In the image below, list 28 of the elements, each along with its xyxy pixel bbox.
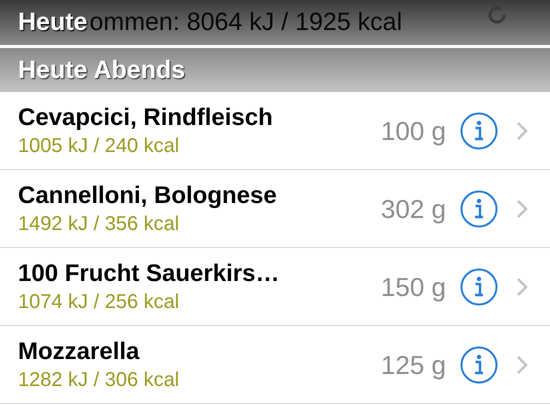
energy-text: 1005 kJ / 240 kcal — [18, 136, 180, 156]
info-icon[interactable] — [460, 268, 498, 306]
energy-text: 1492 kJ / 356 kcal — [18, 214, 180, 234]
food-name: Cevapcici, Rindfleisch — [18, 106, 274, 130]
food-name: Cannelloni, Bolognese — [18, 184, 278, 208]
amount-text: 302 g — [380, 196, 446, 222]
energy-text: 1074 kJ / 256 kcal — [18, 292, 180, 312]
chevron-icon — [516, 198, 528, 218]
food-name: 100 Frucht Sauerkirs… — [18, 262, 280, 286]
summary-text: ommen: 8064 kJ / 1925 kcal — [89, 10, 402, 35]
header-title: Heute — [18, 10, 88, 35]
info-icon[interactable] — [460, 346, 498, 384]
food-row[interactable]: Cannelloni, Bolognese 1492 kJ / 356 kcal 302 g — [0, 170, 550, 248]
energy-text: 1282 kJ / 306 kcal — [18, 370, 180, 390]
info-icon[interactable] — [460, 112, 498, 150]
amount-text: 125 g — [380, 352, 446, 378]
food-row[interactable]: Mozzarella 1282 kJ / 306 kcal 125 g — [0, 326, 550, 404]
section-title: Heute Abends — [18, 58, 186, 82]
amount-text: 100 g — [380, 118, 446, 144]
food-row[interactable]: 100 Frucht Sauerkirs… 1074 kJ / 256 kcal 150 g — [0, 248, 550, 326]
refresh-icon[interactable] — [486, 4, 508, 26]
info-icon[interactable] — [460, 190, 498, 228]
food-row[interactable]: Cevapcici, Rindfleisch 1005 kJ / 240 kcal 100 g — [0, 92, 550, 170]
amount-text: 150 g — [380, 274, 446, 300]
chevron-icon — [516, 354, 528, 374]
chevron-icon — [516, 120, 528, 140]
food-name: Mozzarella — [18, 340, 140, 364]
chevron-icon — [516, 276, 528, 296]
